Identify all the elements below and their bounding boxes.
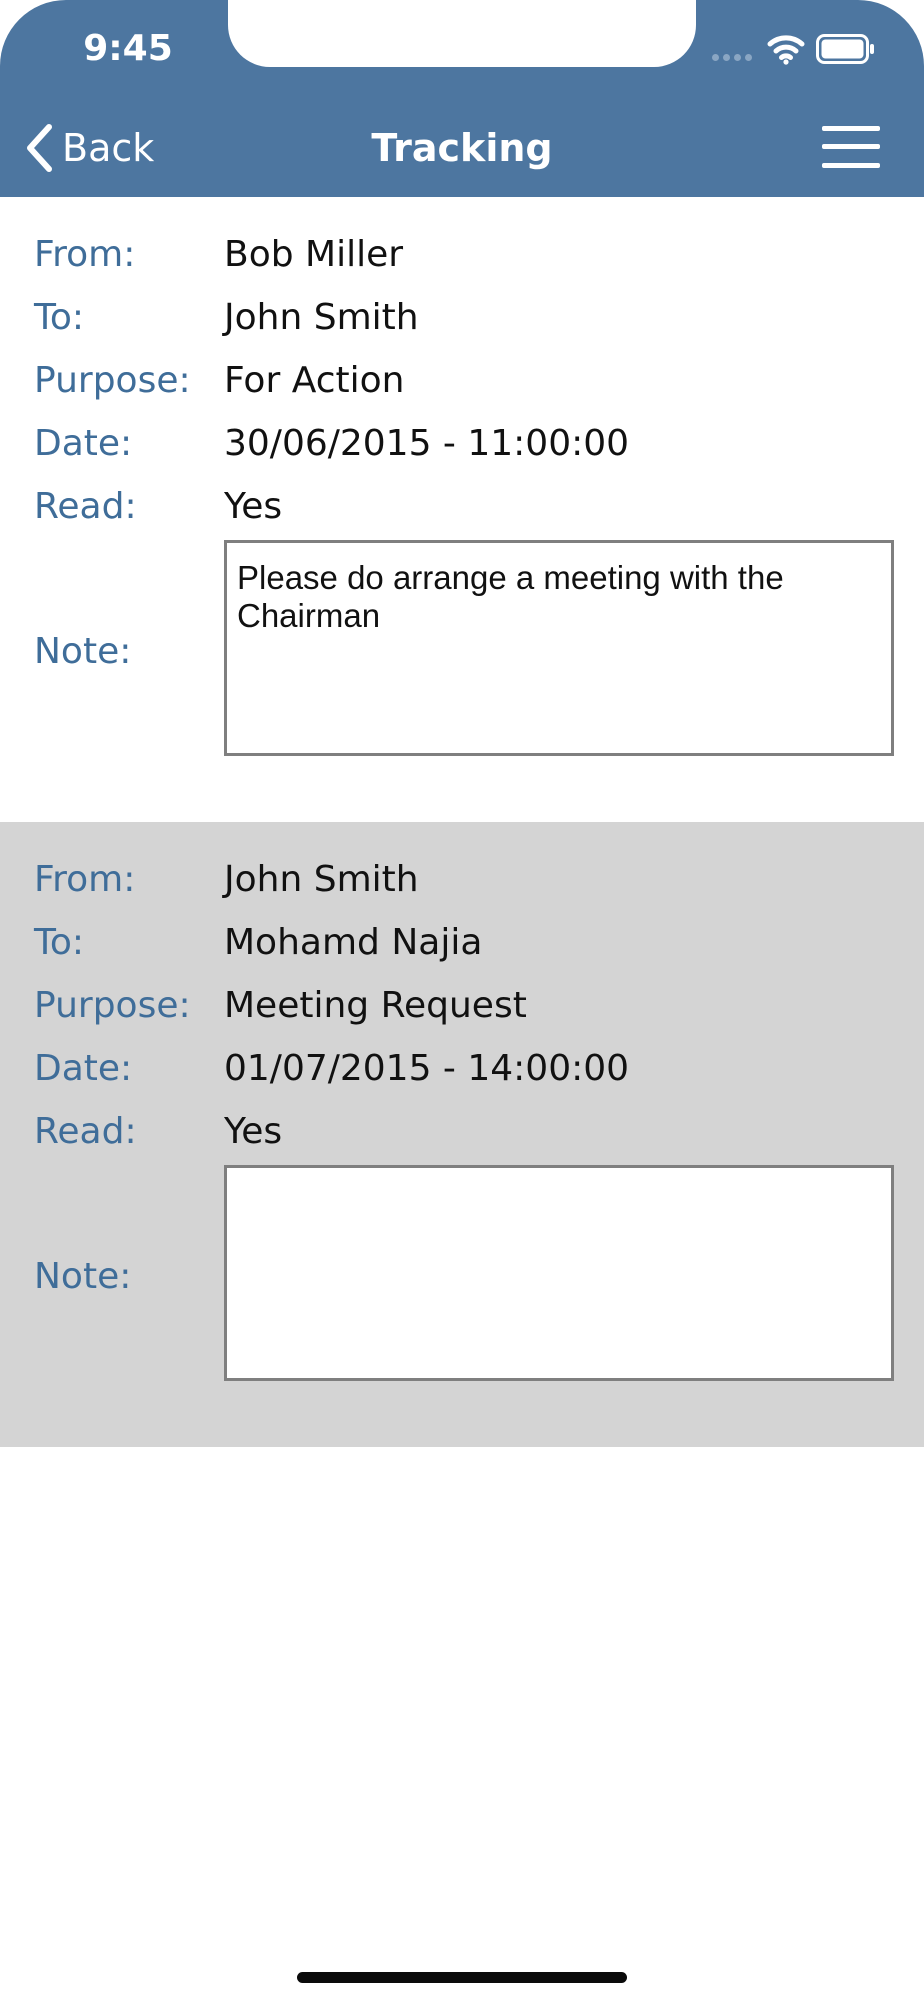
read-row: Read: Yes bbox=[0, 1106, 924, 1158]
purpose-row: Purpose: For Action bbox=[0, 355, 924, 407]
date-row: Date: 01/07/2015 - 14:00:00 bbox=[0, 1043, 924, 1095]
battery-icon bbox=[816, 34, 874, 64]
read-value: Yes bbox=[224, 486, 283, 527]
note-label: Note: bbox=[34, 1256, 132, 1297]
from-row: From: Bob Miller bbox=[0, 229, 924, 281]
purpose-row: Purpose: Meeting Request bbox=[0, 980, 924, 1032]
to-label: To: bbox=[34, 297, 85, 338]
note-label: Note: bbox=[34, 631, 132, 672]
read-label: Read: bbox=[34, 486, 137, 527]
page-title: Tracking bbox=[371, 126, 553, 170]
purpose-label: Purpose: bbox=[34, 360, 191, 401]
read-value: Yes bbox=[224, 1111, 283, 1152]
nav-header: 9:45 Back Tracking bbox=[0, 0, 924, 197]
to-value: Mohamd Najia bbox=[224, 922, 483, 963]
back-button[interactable]: Back bbox=[24, 118, 154, 178]
note-field[interactable]: Please do arrange a meeting with the Cha… bbox=[224, 540, 894, 756]
date-label: Date: bbox=[34, 423, 133, 464]
to-label: To: bbox=[34, 922, 85, 963]
tracking-record: From: Bob Miller To: John Smith Purpose:… bbox=[0, 197, 924, 822]
cellular-signal-icon bbox=[712, 54, 752, 61]
hamburger-menu-icon[interactable] bbox=[822, 126, 880, 168]
from-value: John Smith bbox=[224, 859, 419, 900]
from-row: From: John Smith bbox=[0, 854, 924, 906]
home-indicator[interactable] bbox=[297, 1972, 627, 1983]
from-label: From: bbox=[34, 234, 136, 275]
status-icons bbox=[712, 28, 912, 74]
tracking-record: From: John Smith To: Mohamd Najia Purpos… bbox=[0, 822, 924, 1447]
from-value: Bob Miller bbox=[224, 234, 404, 275]
device-notch bbox=[228, 0, 696, 67]
status-time: 9:45 bbox=[83, 28, 173, 69]
read-row: Read: Yes bbox=[0, 481, 924, 533]
to-row: To: Mohamd Najia bbox=[0, 917, 924, 969]
back-label: Back bbox=[62, 126, 155, 170]
date-label: Date: bbox=[34, 1048, 133, 1089]
to-row: To: John Smith bbox=[0, 292, 924, 344]
read-label: Read: bbox=[34, 1111, 137, 1152]
date-value: 01/07/2015 - 14:00:00 bbox=[224, 1048, 630, 1089]
to-value: John Smith bbox=[224, 297, 419, 338]
purpose-label: Purpose: bbox=[34, 985, 191, 1026]
date-value: 30/06/2015 - 11:00:00 bbox=[224, 423, 630, 464]
purpose-value: Meeting Request bbox=[224, 985, 527, 1026]
date-row: Date: 30/06/2015 - 11:00:00 bbox=[0, 418, 924, 470]
wifi-icon bbox=[767, 35, 805, 65]
from-label: From: bbox=[34, 859, 136, 900]
purpose-value: For Action bbox=[224, 360, 405, 401]
note-field[interactable] bbox=[224, 1165, 894, 1381]
chevron-left-icon bbox=[27, 124, 52, 172]
